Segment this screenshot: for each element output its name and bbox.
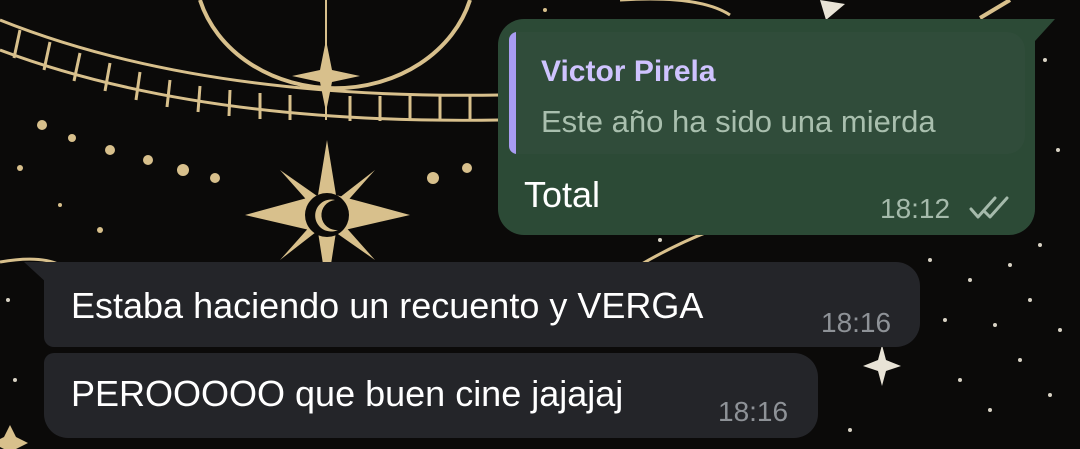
outgoing-message-bubble[interactable]: Victor Pirela Este año ha sido una mierd…	[498, 19, 1055, 235]
incoming-message-bubble[interactable]: Estaba haciendo un recuento y VERGA 18:1…	[44, 262, 920, 347]
quoted-reply[interactable]: Victor Pirela Este año ha sido una mierd…	[509, 32, 1025, 154]
bubble-tail	[1035, 19, 1055, 41]
double-check-icon	[969, 196, 1009, 219]
reply-author-name: Victor Pirela	[541, 55, 716, 88]
message-text: Estaba haciendo un recuento y VERGA	[71, 285, 704, 326]
message-time: 18:16	[718, 396, 789, 427]
wallpaper-ladder-band	[0, 18, 501, 97]
wallpaper-star	[820, 0, 845, 20]
wallpaper-star	[863, 345, 901, 386]
reply-accent-bar	[509, 32, 516, 154]
message-text: Total	[524, 174, 601, 215]
message-text: PEROOOOO que buen cine jajajaj	[71, 373, 624, 414]
message-time: 18:16	[821, 307, 892, 338]
message-time: 18:12	[880, 193, 951, 224]
incoming-message-bubble[interactable]: PEROOOOO que buen cine jajajaj 18:16	[44, 353, 818, 438]
reply-quoted-text: Este año ha sido una mierda	[541, 104, 936, 139]
